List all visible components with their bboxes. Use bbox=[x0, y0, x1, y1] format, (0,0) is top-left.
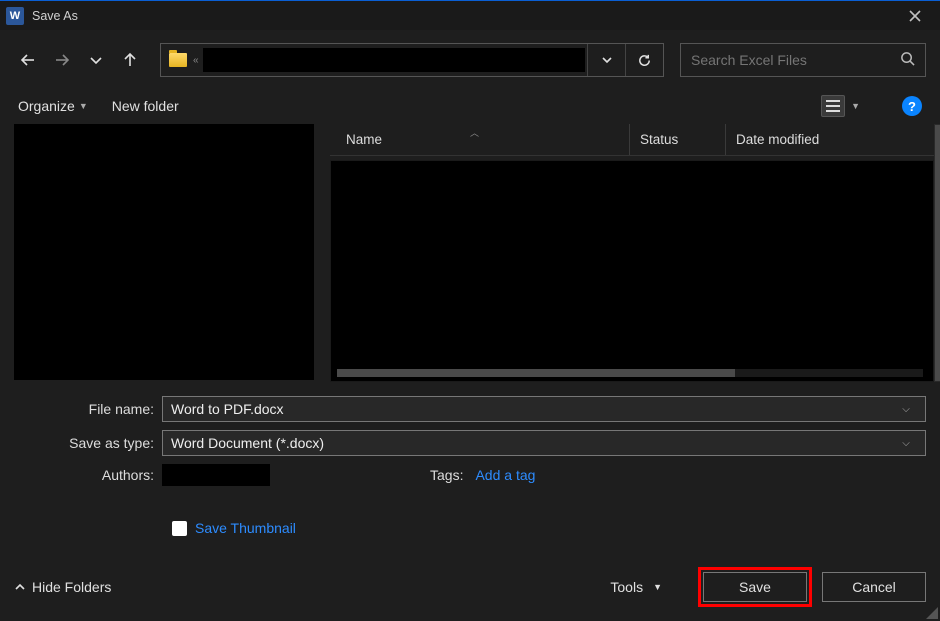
new-folder-label: New folder bbox=[112, 98, 179, 114]
save-thumbnail-label[interactable]: Save Thumbnail bbox=[195, 520, 296, 536]
up-button[interactable] bbox=[116, 46, 144, 74]
column-date-label: Date modified bbox=[736, 132, 819, 147]
word-icon: W bbox=[6, 7, 24, 25]
address-path[interactable] bbox=[203, 48, 585, 72]
footer-bar: Hide Folders Tools ▼ Save Cancel bbox=[14, 567, 926, 607]
file-name-value: Word to PDF.docx bbox=[171, 401, 895, 417]
search-input[interactable] bbox=[691, 52, 900, 68]
chevron-down-icon: ▼ bbox=[653, 582, 662, 592]
sort-indicator-icon: ︿ bbox=[470, 126, 479, 139]
scroll-thumb[interactable] bbox=[935, 125, 940, 381]
forward-button[interactable] bbox=[48, 46, 76, 74]
resize-grip[interactable] bbox=[924, 605, 938, 619]
toolbar: Organize ▼ New folder ▼ ? bbox=[0, 90, 940, 122]
save-thumbnail-checkbox[interactable] bbox=[172, 521, 187, 536]
window-title: Save As bbox=[32, 9, 892, 23]
chevron-down-icon: ▼ bbox=[79, 101, 88, 111]
cancel-button[interactable]: Cancel bbox=[822, 572, 926, 602]
folder-icon bbox=[169, 53, 187, 67]
column-header-status[interactable]: Status bbox=[630, 124, 726, 155]
tools-label: Tools bbox=[610, 579, 643, 595]
address-history-button[interactable] bbox=[587, 44, 625, 76]
chevron-down-icon[interactable]: ▼ bbox=[851, 101, 860, 111]
save-type-value: Word Document (*.docx) bbox=[171, 435, 895, 451]
organize-label: Organize bbox=[18, 98, 75, 114]
tags-label: Tags: bbox=[430, 467, 463, 483]
breadcrumb-chevron-icon: « bbox=[193, 55, 199, 66]
authors-label: Authors: bbox=[14, 467, 162, 483]
column-header-name[interactable]: Name ︿ bbox=[330, 124, 630, 155]
file-list-pane: Name ︿ Status Date modified bbox=[330, 124, 934, 382]
column-header-date[interactable]: Date modified bbox=[726, 124, 934, 155]
organize-button[interactable]: Organize ▼ bbox=[18, 98, 88, 114]
column-headers: Name ︿ Status Date modified bbox=[330, 124, 934, 156]
close-button[interactable] bbox=[892, 1, 938, 31]
scroll-thumb[interactable] bbox=[337, 369, 735, 377]
search-icon bbox=[900, 51, 915, 69]
view-options-button[interactable] bbox=[821, 95, 845, 117]
address-bar[interactable]: « bbox=[160, 43, 664, 77]
save-button-highlight: Save bbox=[698, 567, 812, 607]
vertical-scrollbar[interactable] bbox=[934, 124, 940, 382]
search-box[interactable] bbox=[680, 43, 926, 77]
title-bar: W Save As bbox=[0, 0, 940, 30]
save-button[interactable]: Save bbox=[703, 572, 807, 602]
add-tag-link[interactable]: Add a tag bbox=[475, 467, 535, 483]
hide-folders-label: Hide Folders bbox=[32, 579, 111, 595]
file-name-input[interactable]: Word to PDF.docx ⌵ bbox=[162, 396, 926, 422]
recent-locations-button[interactable] bbox=[82, 46, 110, 74]
authors-value[interactable] bbox=[162, 464, 270, 486]
file-name-label: File name: bbox=[14, 401, 162, 417]
navigation-bar: « bbox=[0, 30, 940, 90]
main-pane: Name ︿ Status Date modified bbox=[0, 124, 940, 382]
back-button[interactable] bbox=[14, 46, 42, 74]
horizontal-scrollbar[interactable] bbox=[337, 369, 923, 377]
column-name-label: Name bbox=[346, 132, 382, 147]
tools-button[interactable]: Tools ▼ bbox=[610, 579, 662, 595]
save-label: Save bbox=[739, 579, 771, 595]
refresh-button[interactable] bbox=[625, 44, 663, 76]
column-status-label: Status bbox=[640, 132, 678, 147]
form-area: File name: Word to PDF.docx ⌵ Save as ty… bbox=[0, 382, 940, 536]
chevron-down-icon[interactable]: ⌵ bbox=[895, 438, 917, 449]
folder-tree[interactable] bbox=[14, 124, 314, 380]
help-button[interactable]: ? bbox=[902, 96, 922, 116]
chevron-down-icon[interactable]: ⌵ bbox=[895, 404, 917, 415]
new-folder-button[interactable]: New folder bbox=[112, 98, 179, 114]
save-type-label: Save as type: bbox=[14, 435, 162, 451]
cancel-label: Cancel bbox=[852, 579, 896, 595]
hide-folders-button[interactable]: Hide Folders bbox=[14, 579, 111, 595]
file-list[interactable] bbox=[330, 160, 934, 382]
save-type-select[interactable]: Word Document (*.docx) ⌵ bbox=[162, 430, 926, 456]
